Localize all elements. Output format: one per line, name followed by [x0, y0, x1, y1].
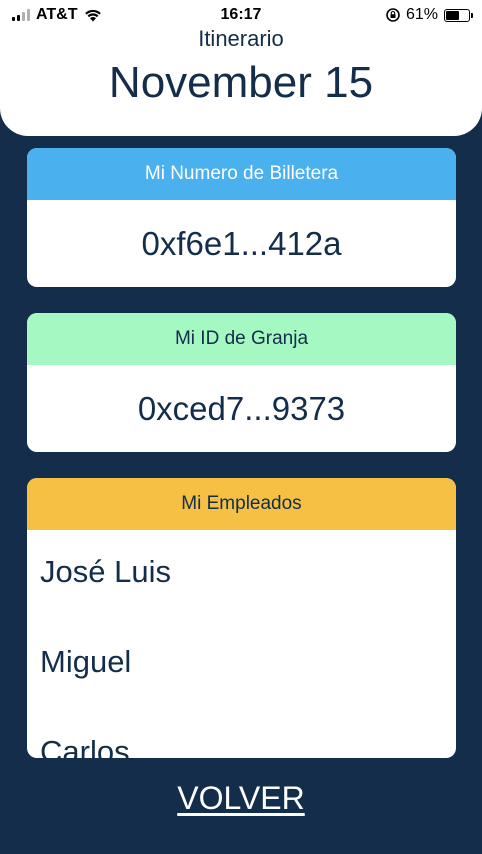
list-item[interactable]: Miguel	[40, 644, 131, 680]
wallet-card-label: Mi Numero de Billetera	[27, 148, 456, 200]
page-subtitle: Itinerario	[198, 26, 284, 51]
back-button[interactable]: VOLVER	[0, 780, 482, 817]
employees-card: Mi Empleados José Luis Miguel Carlos	[27, 478, 456, 758]
list-item[interactable]: Carlos	[40, 734, 130, 758]
battery-icon	[444, 8, 473, 22]
farm-card-label: Mi ID de Granja	[27, 313, 456, 365]
wallet-address: 0xf6e1...412a	[141, 225, 342, 262]
page-title: November 15	[108, 58, 374, 107]
farm-card: Mi ID de Granja 0xced7...9373	[27, 313, 456, 452]
employees-list[interactable]: José Luis Miguel Carlos	[27, 530, 456, 758]
farm-id: 0xced7...9373	[137, 390, 346, 427]
battery-fill	[446, 10, 459, 20]
status-right: 61%	[386, 6, 473, 24]
battery-percent: 61%	[405, 6, 438, 23]
wallet-card: Mi Numero de Billetera 0xf6e1...412a	[27, 148, 456, 287]
header: AT&T 16:17 61% Itinerario November 15	[0, 0, 482, 136]
rotation-lock-icon	[386, 8, 400, 22]
list-item[interactable]: José Luis	[40, 554, 171, 590]
app-screen: AT&T 16:17 61% Itinerario November 15 Mi…	[0, 0, 482, 854]
employees-card-label: Mi Empleados	[27, 478, 456, 530]
